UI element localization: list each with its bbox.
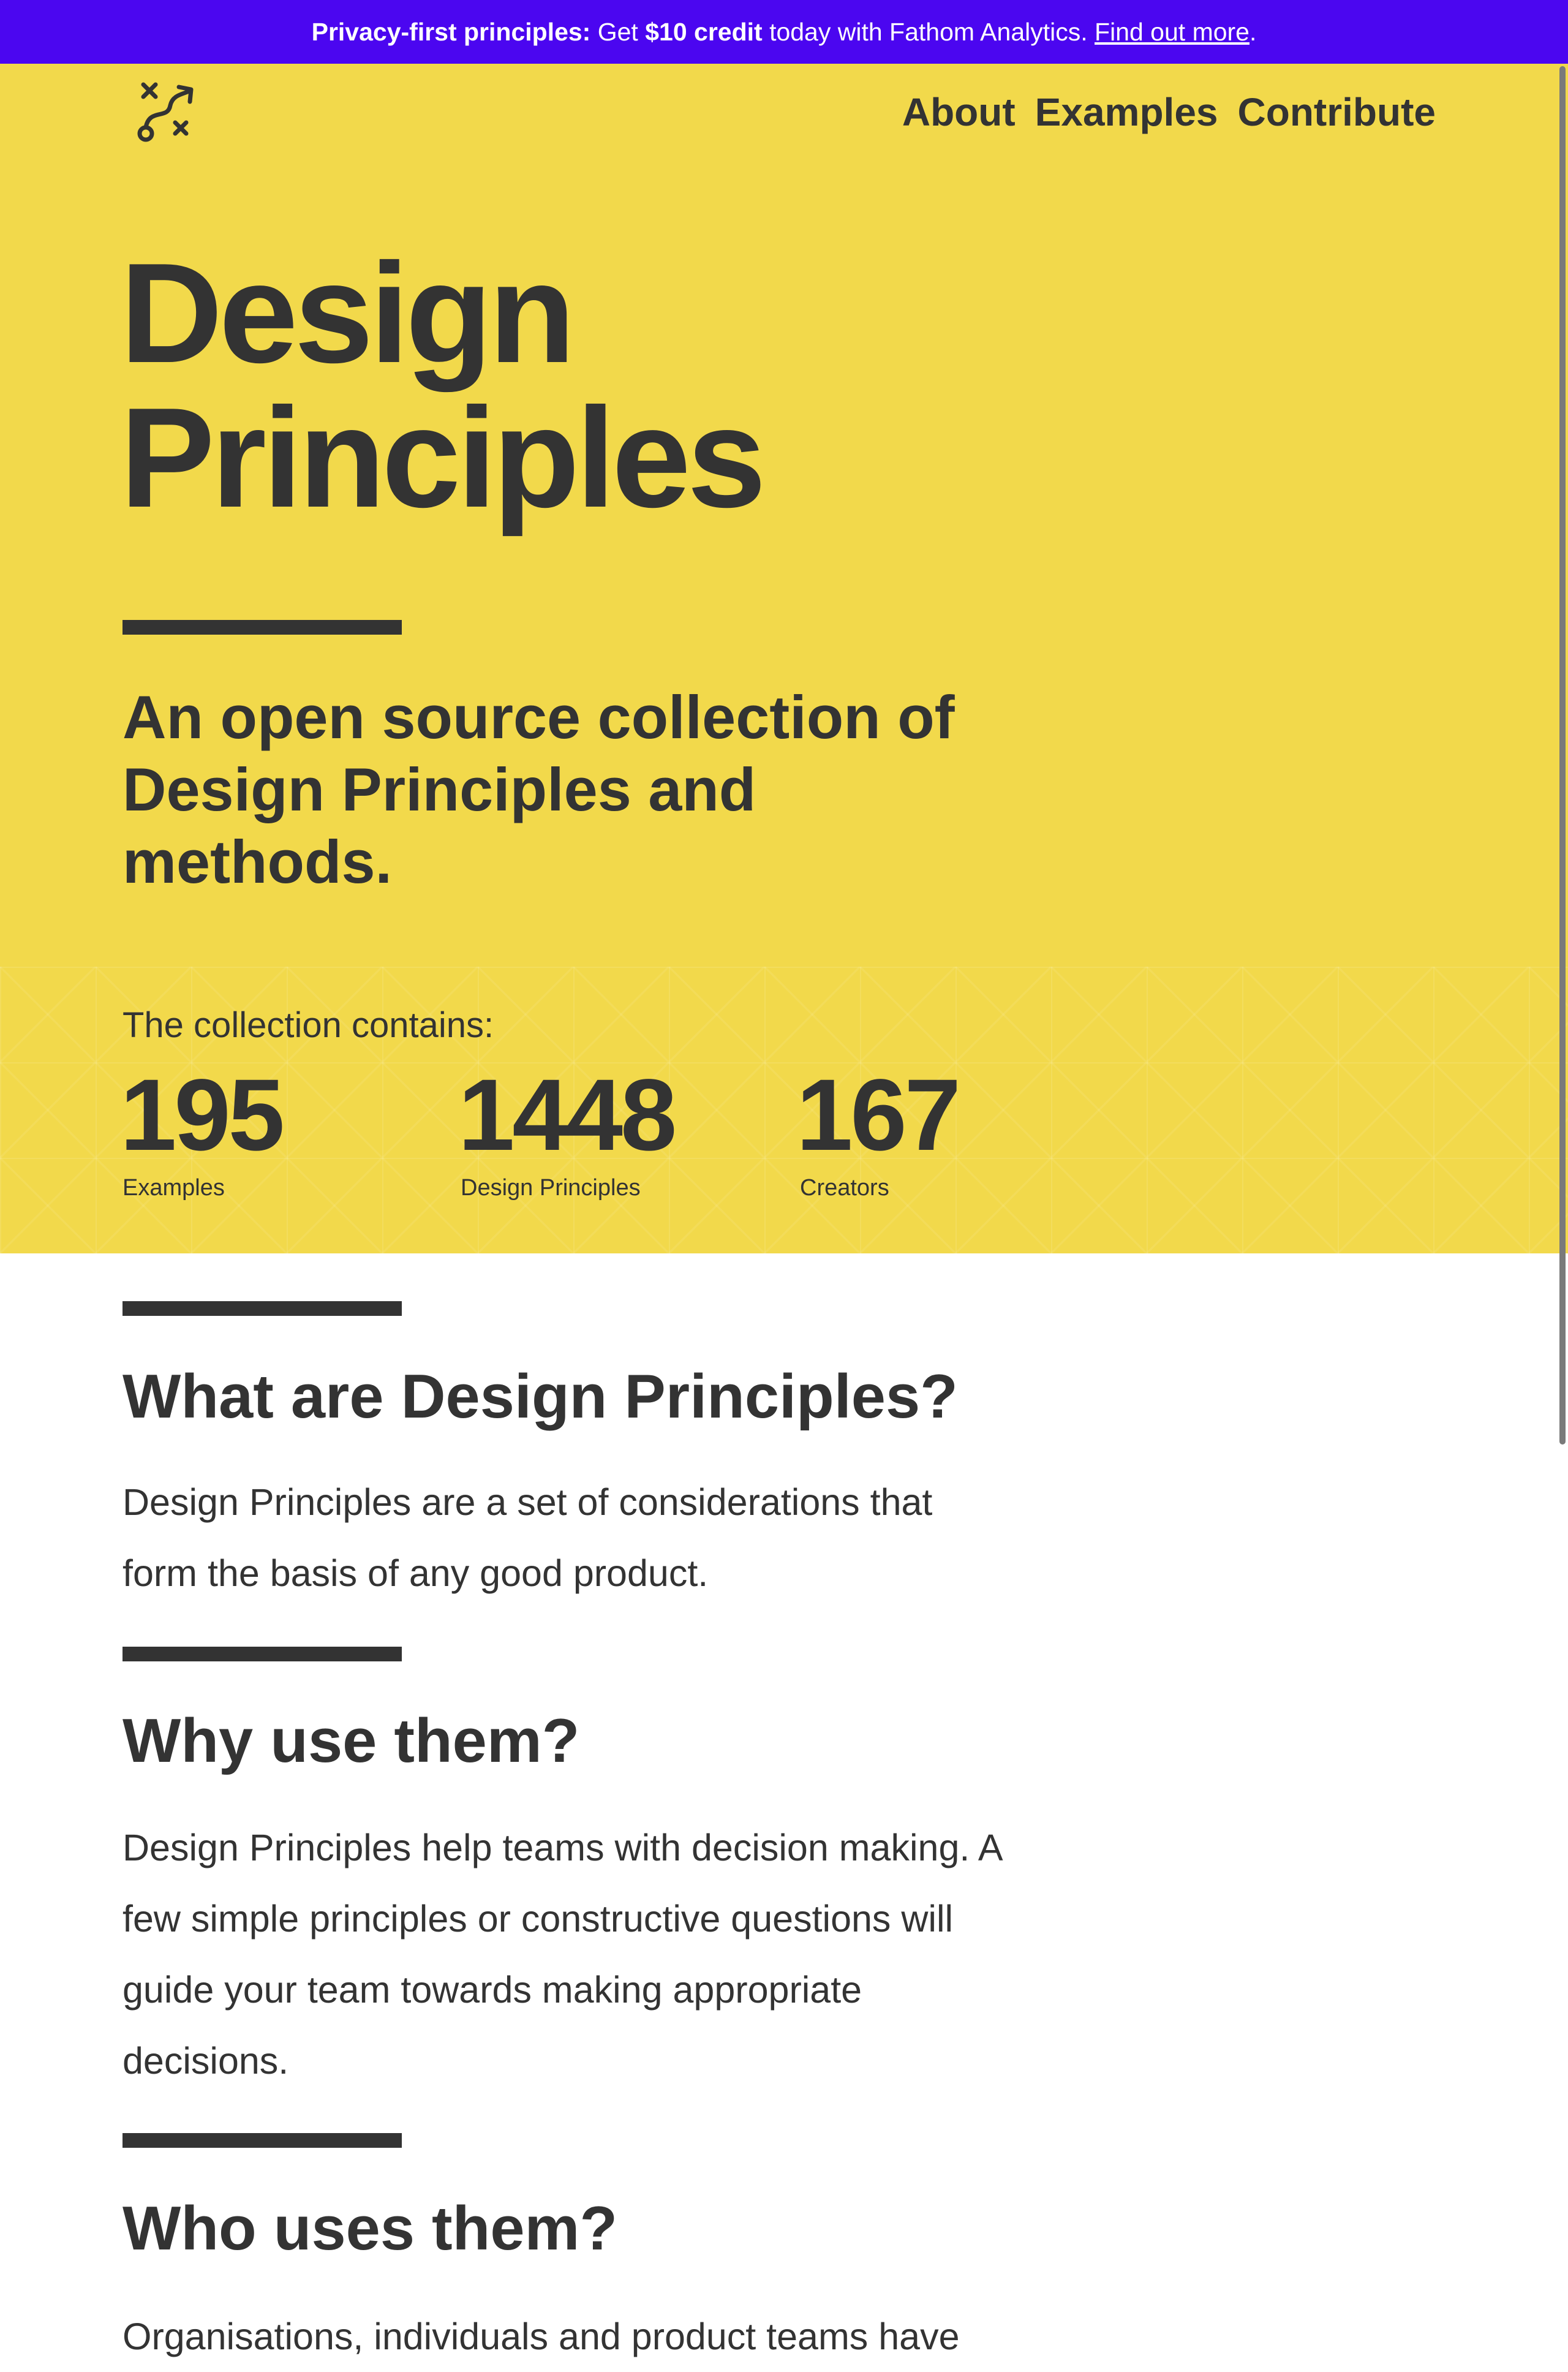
stat-value: 167 bbox=[796, 1059, 961, 1172]
main-nav: About Examples Contribute bbox=[902, 85, 1436, 140]
stat-examples: 195 Examples bbox=[120, 1059, 285, 1203]
promo-lead: Privacy-first principles: bbox=[311, 18, 591, 46]
page-title-line-1: Design bbox=[120, 234, 575, 393]
promo-text-2: today with Fathom Analytics. bbox=[762, 18, 1095, 46]
page-title: Design Principles bbox=[120, 241, 766, 531]
section-body-what: Design Principles are a set of considera… bbox=[123, 1481, 933, 1594]
nav-about[interactable]: About bbox=[902, 85, 1016, 140]
scrollbar-thumb[interactable] bbox=[1559, 66, 1566, 1445]
stat-label: Examples bbox=[123, 1175, 225, 1201]
section-divider bbox=[123, 1647, 402, 1661]
stat-value: 1448 bbox=[458, 1059, 677, 1172]
promo-text-3: . bbox=[1249, 18, 1257, 46]
section-body-who: Organisations, individuals and product t… bbox=[123, 2316, 960, 2357]
promo-text: Get bbox=[590, 18, 646, 46]
stat-value: 195 bbox=[120, 1059, 285, 1172]
nav-examples[interactable]: Examples bbox=[1035, 85, 1218, 140]
promo-find-out-more-link[interactable]: Find out more bbox=[1095, 18, 1250, 46]
route-path-icon[interactable] bbox=[131, 77, 200, 146]
stat-design-principles: 1448 Design Principles bbox=[458, 1059, 677, 1203]
section-divider bbox=[123, 2133, 402, 2148]
section-title-why: Why use them? bbox=[123, 1707, 580, 1775]
hero-subtitle: An open source collection of Design Prin… bbox=[123, 683, 955, 896]
section-title-who: Who uses them? bbox=[123, 2194, 618, 2263]
page-title-line-2: Principles bbox=[120, 379, 766, 537]
stat-label: Creators bbox=[800, 1175, 889, 1201]
nav-contribute[interactable]: Contribute bbox=[1238, 85, 1436, 140]
section-title-what: What are Design Principles? bbox=[123, 1362, 958, 1431]
collection-label: The collection contains: bbox=[123, 1005, 494, 1045]
promo-banner: Privacy-first principles: Get $10 credit… bbox=[0, 0, 1568, 64]
stat-creators: 167 Creators bbox=[796, 1059, 961, 1203]
promo-credit: $10 credit bbox=[645, 18, 763, 46]
stat-label: Design Principles bbox=[461, 1175, 641, 1201]
section-body-why: Design Principles help teams with decisi… bbox=[123, 1827, 1001, 2082]
section-divider bbox=[123, 1301, 402, 1316]
hero-divider bbox=[123, 620, 402, 635]
